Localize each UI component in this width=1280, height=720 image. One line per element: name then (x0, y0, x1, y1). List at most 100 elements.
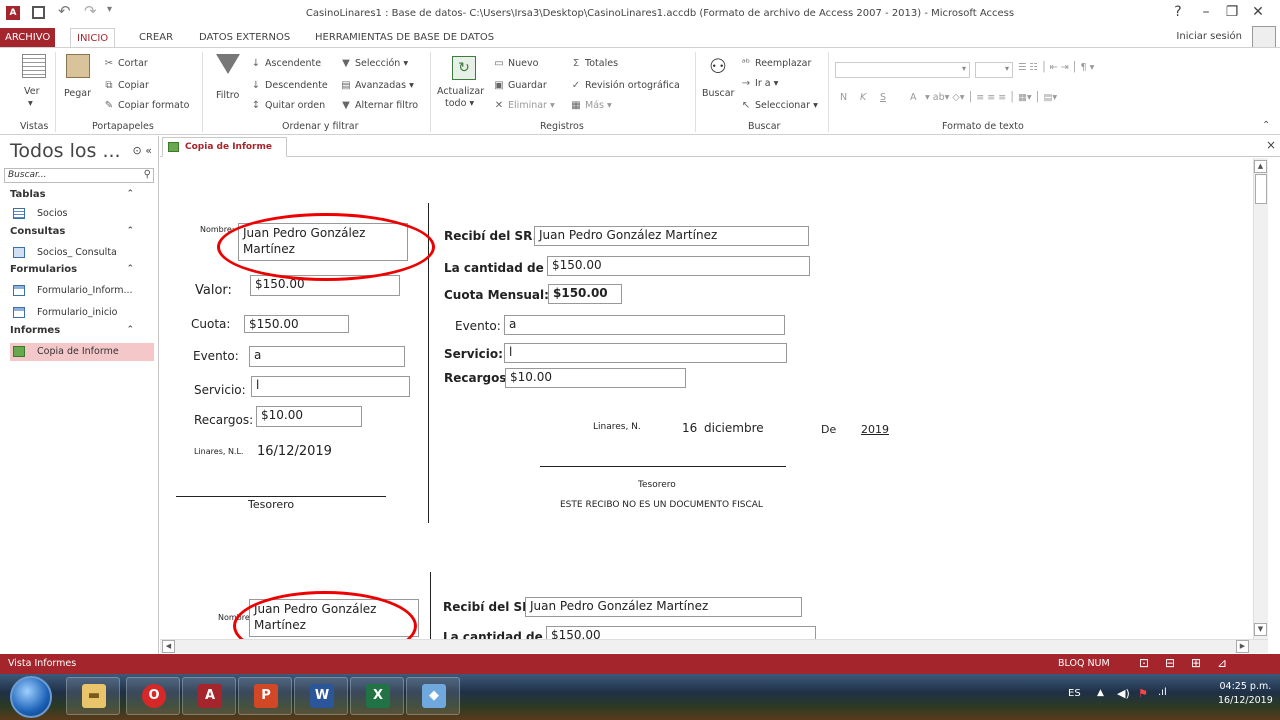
restore-button[interactable]: ❐ (1222, 4, 1242, 20)
user-avatar-icon[interactable] (1252, 26, 1276, 48)
vertical-scrollbar[interactable]: ▲ ▼ (1253, 158, 1268, 639)
help-button[interactable]: ? (1168, 4, 1188, 20)
tab-inicio[interactable]: INICIO (70, 28, 116, 47)
avanzadas-button[interactable]: ▤ Avanzadas ▾ (340, 80, 414, 92)
tab-copia-de-informe[interactable]: Copia de Informe (162, 137, 287, 157)
bold-button[interactable]: N (840, 92, 847, 104)
speaker-icon[interactable]: ◀) (1117, 687, 1130, 700)
explorer-button[interactable]: ▬ (66, 677, 120, 715)
access-button[interactable]: A (182, 677, 236, 715)
scroll-up-icon[interactable]: ▲ (1254, 160, 1267, 173)
powerpoint-button[interactable]: P (238, 677, 292, 715)
eliminar-button[interactable]: ✕ Eliminar ▾ (493, 100, 555, 112)
valor-label: Valor: (195, 283, 232, 298)
nav-menu-icon[interactable]: ⊙ (133, 144, 142, 157)
start-button[interactable] (10, 676, 52, 718)
redo-icon[interactable]: ↷ (84, 2, 97, 20)
clock[interactable]: 04:25 p.m. 16/12/2019 (1218, 680, 1273, 708)
access-app-icon[interactable]: A (6, 6, 20, 20)
vertical-scroll-thumb[interactable] (1255, 174, 1267, 204)
font-size-select[interactable]: ▾ (975, 62, 1013, 78)
action-center-icon[interactable]: ⚑ (1138, 687, 1148, 700)
collapse-nav-icon[interactable]: « (145, 144, 152, 157)
cortar-button[interactable]: ✂ Cortar (103, 58, 148, 70)
sign-in-link[interactable]: Iniciar sesión (1176, 31, 1242, 42)
ir-a-button[interactable]: → Ir a ▾ (740, 78, 779, 90)
descendente-button[interactable]: ↓ Descendente (250, 80, 328, 92)
undo-icon[interactable]: ↶ (58, 2, 71, 20)
totales-button[interactable]: Σ Totales (570, 58, 618, 70)
actualizar-todo-button[interactable]: todo ▾ (445, 98, 474, 110)
nav-item-formulario-inform[interactable]: Formulario_Inform... (10, 282, 154, 300)
alternar-filtro-button[interactable]: ▼ Alternar filtro (340, 100, 418, 112)
close-window-button[interactable]: ✕ (1248, 4, 1268, 20)
guardar-button[interactable]: ▣ Guardar (493, 80, 546, 92)
text-format-icons[interactable]: ▾ ab▾ ◇▾ │ ≡ ≡ ≡ │ ▦▾ │ ▤▾ (925, 92, 1057, 104)
scroll-down-icon[interactable]: ▼ (1254, 623, 1267, 636)
revision-button[interactable]: ✓ Revisión ortográfica (570, 80, 680, 92)
nuevo-button[interactable]: ▭ Nuevo (493, 58, 538, 70)
search-icon[interactable]: ⚲ (144, 169, 151, 180)
tab-archivo[interactable]: ARCHIVO (0, 28, 56, 47)
pegar-button[interactable]: Pegar (64, 88, 91, 100)
status-bar: Vista Informes BLOQ NUM ⊡ ⊟ ⊞ ⊿ (0, 654, 1280, 674)
mas-button[interactable]: ▦ Más ▾ (570, 100, 612, 112)
language-indicator[interactable]: ES (1068, 688, 1081, 699)
nav-pane-header[interactable]: Todos los ... (10, 140, 121, 162)
layout-view-icon[interactable]: ⊞ (1188, 656, 1204, 670)
show-hidden-icons-icon[interactable]: ▲ (1097, 688, 1104, 698)
refresh-icon[interactable]: ↻ (452, 56, 476, 80)
design-view-icon[interactable]: ⊿ (1214, 656, 1230, 670)
nav-item-socios[interactable]: Socios (10, 205, 154, 223)
nav-search-input[interactable]: Buscar... ⚲ (4, 168, 154, 183)
excel-button[interactable]: X (350, 677, 404, 715)
nav-item-socios-consulta[interactable]: Socios_ Consulta (10, 244, 154, 262)
minimize-button[interactable]: – (1196, 4, 1216, 20)
close-document-button[interactable]: × (1266, 138, 1276, 152)
font-family-select[interactable]: ▾ (835, 62, 970, 78)
report-view-icon[interactable]: ⊡ (1136, 656, 1152, 670)
ver-dropdown-icon[interactable]: ▾ (28, 98, 33, 110)
quitar-orden-button[interactable]: ↕ Quitar orden (250, 100, 325, 112)
collapse-ribbon-icon[interactable]: ⌃ (1262, 120, 1270, 131)
list-format-icons[interactable]: ☰ ☷ │ ⇤ ⇥ │ ¶ ▾ (1018, 62, 1094, 74)
horizontal-scrollbar[interactable]: ◀ ▶ (160, 639, 1268, 653)
opera-button[interactable]: O (126, 677, 180, 715)
ver-button[interactable]: Ver (24, 86, 40, 98)
copiar-formato-button[interactable]: ✎ Copiar formato (103, 100, 190, 112)
nav-item-formulario-inicio[interactable]: Formulario_inicio (10, 304, 154, 322)
word-button[interactable]: W (294, 677, 348, 715)
copiar-button[interactable]: ⧉ Copiar (103, 80, 148, 92)
tab-datos-externos[interactable]: DATOS EXTERNOS (193, 28, 296, 47)
italic-button[interactable]: K (860, 92, 866, 104)
filter-icon[interactable] (216, 54, 240, 74)
print-preview-icon[interactable]: ⊟ (1162, 656, 1178, 670)
tab-herramientas[interactable]: HERRAMIENTAS DE BASE DE DATOS (309, 28, 500, 47)
ascendente-button[interactable]: ↓ Ascendente (250, 58, 321, 70)
paste-icon[interactable] (66, 54, 90, 78)
nav-category-formularios[interactable]: Formularios ⌃ (10, 264, 140, 275)
network-signal-icon[interactable]: .ıl (1158, 687, 1167, 698)
binoculars-icon[interactable]: ⚇ (706, 54, 730, 78)
seleccionar-button[interactable]: ↖ Seleccionar ▾ (740, 100, 818, 112)
nav-category-informes[interactable]: Informes ⌃ (10, 325, 140, 336)
nav-category-consultas[interactable]: Consultas ⌃ (10, 226, 140, 237)
reemplazar-button[interactable]: ᵃᵇ Reemplazar (740, 58, 811, 70)
customize-toolbar-icon[interactable]: ▾ (107, 4, 112, 15)
nav-item-copia-de-informe[interactable]: Copia de Informe (10, 343, 154, 361)
underline-button[interactable]: S (880, 92, 886, 104)
document-tabs: Copia de Informe × (160, 136, 1280, 157)
font-color-button[interactable]: A (910, 92, 917, 104)
toggle-filter-icon: ▼ (342, 100, 350, 111)
photos-button[interactable]: ◆ (406, 677, 460, 715)
scroll-left-icon[interactable]: ◀ (162, 640, 175, 653)
actualizar-button[interactable]: Actualizar (437, 86, 484, 98)
filtro-button[interactable]: Filtro (216, 90, 239, 102)
seleccion-button[interactable]: ▼ Selección ▾ (340, 58, 408, 70)
scroll-right-icon[interactable]: ▶ (1236, 640, 1249, 653)
save-icon[interactable] (32, 6, 45, 19)
buscar-button[interactable]: Buscar (702, 88, 734, 100)
nav-category-tablas[interactable]: Tablas ⌃ (10, 189, 140, 200)
view-icon[interactable] (22, 54, 46, 78)
tab-crear[interactable]: CREAR (133, 28, 179, 47)
